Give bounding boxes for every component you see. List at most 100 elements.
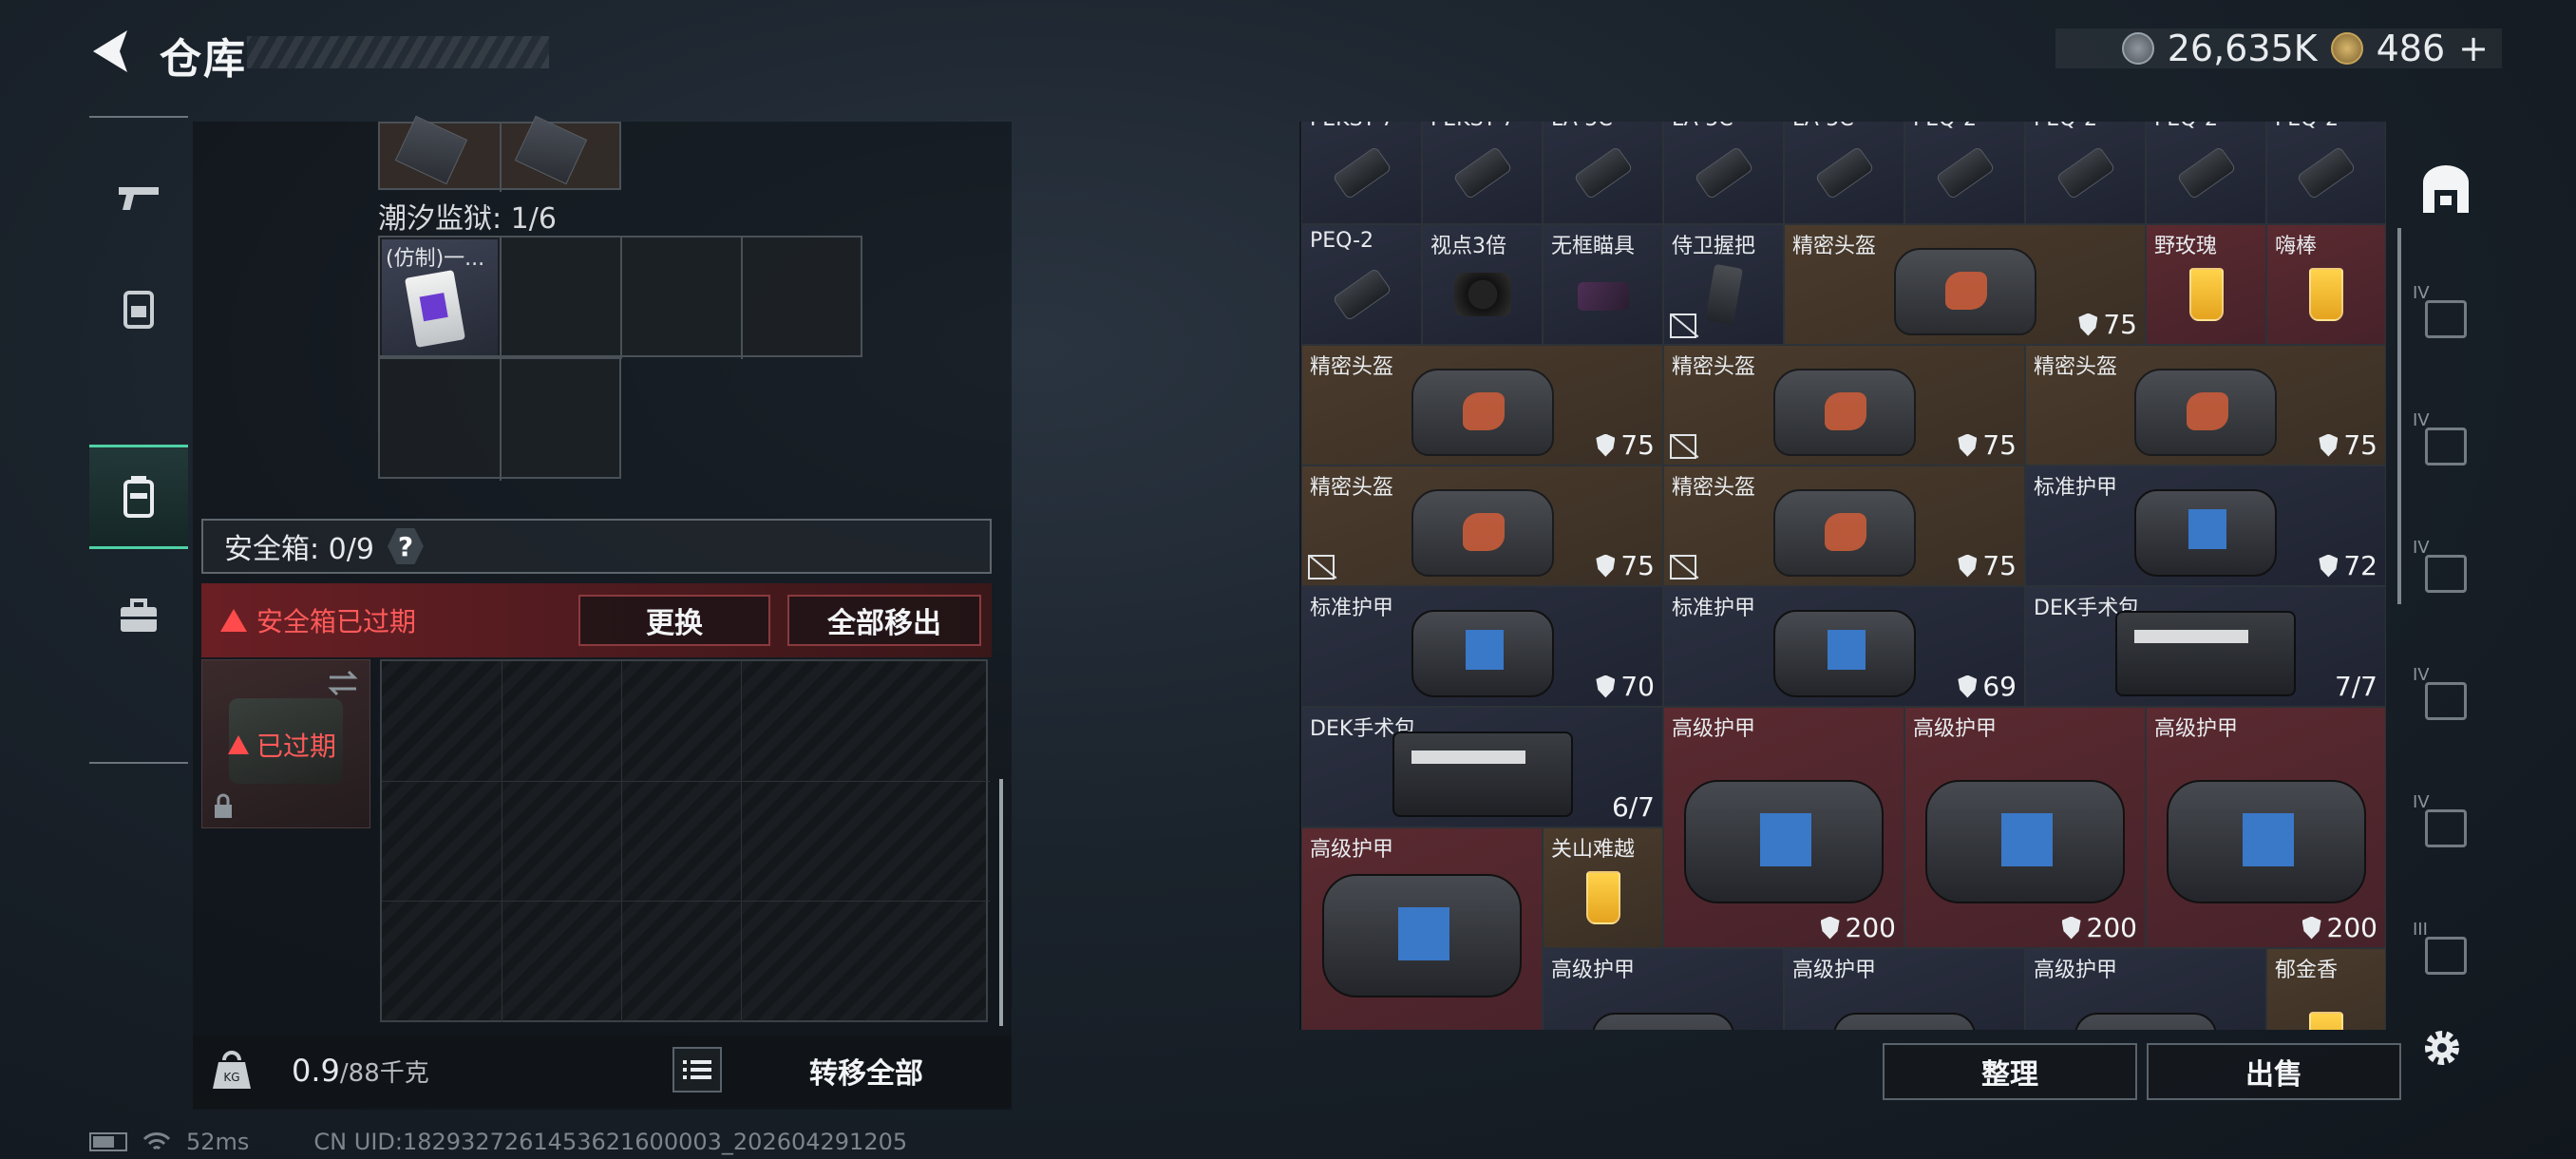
- nav-case[interactable]: [89, 564, 188, 669]
- rail-tier-item[interactable]: IV: [2405, 534, 2487, 614]
- category-rail: IV IV IV IV IV III: [2405, 122, 2487, 1030]
- inventory-cell[interactable]: LA-5C: [1543, 122, 1663, 224]
- inventory-cell[interactable]: 野玫瑰: [2146, 224, 2266, 345]
- inventory-cell[interactable]: 标准护甲 70: [1301, 586, 1663, 707]
- armor-image: [1772, 610, 1916, 697]
- inventory-cell[interactable]: 无框瞄具: [1543, 224, 1663, 345]
- inventory-cell[interactable]: 精密头盔 75: [2025, 345, 2386, 466]
- inventory-cell[interactable]: PEQ-2: [2146, 122, 2266, 224]
- rail-tier-item[interactable]: IV: [2405, 788, 2487, 868]
- case-expired-text: 已过期: [256, 731, 337, 762]
- inventory-cell[interactable]: 标准护甲 69: [1663, 586, 2025, 707]
- inventory-cell[interactable]: 高级护甲 200: [2146, 707, 2386, 948]
- rail-tier-item[interactable]: III: [2405, 916, 2487, 996]
- inventory-cell[interactable]: PEKST-7: [1422, 122, 1543, 224]
- case-icon: [121, 598, 157, 632]
- organize-button[interactable]: 整理: [1883, 1043, 2137, 1100]
- move-all-out-button[interactable]: 全部移出: [787, 595, 981, 646]
- inventory-cell[interactable]: 关山难越: [1543, 827, 1663, 948]
- inventory-cell[interactable]: PEQ-2: [2266, 122, 2386, 224]
- shield-icon: [1596, 554, 1616, 578]
- left-scrollbar[interactable]: [999, 779, 1003, 1026]
- inventory-cell[interactable]: 精密头盔 75: [1784, 224, 2146, 345]
- inventory-cell[interactable]: 高级护甲: [2025, 948, 2266, 1030]
- inventory-cell[interactable]: 高级护甲 200: [1904, 707, 2146, 948]
- inventory-cell[interactable]: LA-5C: [1784, 122, 1904, 224]
- attachment-image: [1934, 145, 1996, 200]
- settings-icon[interactable]: [2418, 1024, 2466, 1072]
- weight-readout: 0.9/88千克: [292, 1053, 429, 1089]
- inventory-cell[interactable]: 高级护甲: [1784, 948, 2025, 1030]
- durability-badge: 72: [2319, 550, 2377, 581]
- back-arrow-icon[interactable]: [85, 25, 133, 78]
- durability-badge: 75: [1958, 429, 2017, 461]
- swap-icon[interactable]: [326, 670, 360, 696]
- transfer-all-button[interactable]: 转移全部: [733, 1045, 999, 1096]
- item-name: LA-5C: [1551, 122, 1613, 131]
- prison-grid[interactable]: (仿制)一...: [378, 236, 862, 359]
- inventory-cell[interactable]: PEQ-2: [1904, 122, 2025, 224]
- item-slot-row[interactable]: [378, 115, 621, 192]
- add-currency-button[interactable]: +: [2458, 28, 2489, 69]
- inventory-cell[interactable]: DEK手术包 6/7: [1301, 707, 1663, 827]
- armor-image: [1322, 874, 1522, 998]
- inventory-cell[interactable]: 视点3倍: [1422, 224, 1543, 345]
- inventory-cell[interactable]: 精密头盔 75: [1663, 345, 2025, 466]
- prison-grid-lower[interactable]: [378, 357, 621, 481]
- inventory-cell[interactable]: 郁金香: [2266, 948, 2386, 1030]
- grid-divider: [500, 124, 502, 192]
- warning-icon: [220, 609, 247, 632]
- rail-tier-item[interactable]: IV: [2405, 279, 2487, 359]
- help-icon[interactable]: ?: [387, 528, 424, 564]
- rail-tier-item[interactable]: IV: [2405, 661, 2487, 741]
- inventory-cell[interactable]: PEQ-2: [1301, 224, 1422, 345]
- inventory-cell[interactable]: 高级护甲 200: [1663, 707, 1904, 948]
- nav-weapon[interactable]: [89, 146, 188, 251]
- item-name: PEQ-2: [2275, 122, 2339, 131]
- copy-item[interactable]: (仿制)一...: [382, 239, 498, 355]
- inventory-cell[interactable]: 精密头盔 75: [1301, 345, 1663, 466]
- replace-button[interactable]: 更换: [578, 595, 770, 646]
- armor-category-icon: [2425, 300, 2467, 338]
- armor-image: [2134, 489, 2277, 577]
- medkit-image: [1392, 732, 1573, 817]
- helmet-image: [1411, 489, 1554, 577]
- inventory-cell[interactable]: DEK手术包 7/7: [2025, 586, 2386, 707]
- armor-image: [1833, 1012, 1976, 1030]
- safe-box-grid[interactable]: [380, 659, 990, 1022]
- rail-tier-item[interactable]: IV: [2405, 407, 2487, 486]
- inventory-cell[interactable]: PEKST-7: [1301, 122, 1422, 224]
- nav-backpack[interactable]: [89, 445, 188, 549]
- grid-divider: [382, 901, 990, 902]
- chest-rig-icon: [123, 291, 154, 329]
- list-icon[interactable]: [672, 1047, 722, 1092]
- inventory-cell[interactable]: 精密头盔 75: [1663, 466, 2025, 586]
- drink-image: [2188, 267, 2224, 321]
- attachment-image: [1693, 145, 1754, 200]
- rig-category-icon: [2425, 428, 2467, 466]
- durability-value: 75: [1620, 429, 1655, 461]
- nav-chest-rig[interactable]: [89, 256, 188, 361]
- item-name: 郁金香: [2275, 959, 2339, 982]
- inventory-cell[interactable]: 高级护甲: [1543, 948, 1784, 1030]
- durability-badge: 75: [1596, 429, 1655, 461]
- sell-button[interactable]: 出售: [2147, 1043, 2401, 1100]
- durability-badge: 70: [1596, 671, 1655, 702]
- inventory-cell[interactable]: 精密头盔 75: [1301, 466, 1663, 586]
- inventory-scrollbar[interactable]: [2397, 228, 2401, 604]
- item-name: 精密头盔: [2034, 355, 2118, 379]
- no-insurance-icon: [1670, 555, 1696, 580]
- page-title: 仓库: [160, 35, 247, 84]
- inventory-cell[interactable]: 高级护甲: [1301, 827, 1543, 1030]
- inventory-cell[interactable]: LA-5C: [1663, 122, 1784, 224]
- shield-icon: [2078, 313, 2098, 336]
- grip-image: [1704, 263, 1743, 325]
- medkit-image: [2115, 611, 2296, 696]
- rail-home[interactable]: [2405, 150, 2487, 230]
- inventory-cell[interactable]: 嗨棒: [2266, 224, 2386, 345]
- item-card-icon: [404, 270, 466, 348]
- inventory-cell[interactable]: 标准护甲 72: [2025, 466, 2386, 586]
- inventory-cell[interactable]: PEQ-2: [2025, 122, 2146, 224]
- inventory-cell[interactable]: 侍卫握把: [1663, 224, 1784, 345]
- grid-divider: [382, 781, 990, 782]
